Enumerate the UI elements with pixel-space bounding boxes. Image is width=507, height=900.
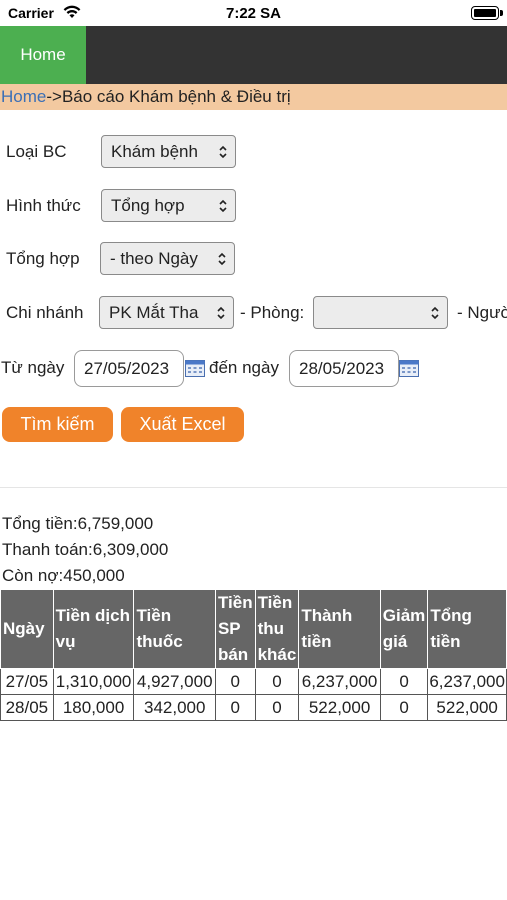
summary-debt: Còn nợ:450,000 bbox=[2, 566, 125, 585]
to-date-input[interactable]: 28/05/2023 bbox=[289, 350, 399, 387]
header-other-income: Tiền thu khác bbox=[254, 589, 300, 669]
room-select[interactable] bbox=[313, 296, 448, 329]
breadcrumb-home-link[interactable]: Home bbox=[1, 87, 46, 106]
header-total: Tổng tiền bbox=[427, 589, 507, 669]
summary-total: Tổng tiền:6,759,000 bbox=[2, 514, 154, 533]
cell-total: 6,237,000 bbox=[427, 668, 507, 695]
header-product-sales: Tiền SP bán bbox=[214, 589, 256, 669]
updown-chevron-icon bbox=[218, 252, 226, 266]
cell-product-sales: 0 bbox=[214, 694, 256, 721]
cell-medicine-fee: 342,000 bbox=[133, 694, 216, 721]
header-service-fee: Tiền dịch vụ bbox=[52, 589, 135, 669]
header-subtotal: Thành tiền bbox=[298, 589, 381, 669]
calendar-icon[interactable] bbox=[399, 359, 419, 377]
status-bar: Carrier 7:22 SA bbox=[0, 0, 507, 26]
cell-discount: 0 bbox=[379, 668, 429, 695]
branch-label: Chi nhánh bbox=[6, 303, 84, 322]
header-date: Ngày bbox=[0, 589, 54, 669]
summary-paid: Thanh toán:6,309,000 bbox=[2, 540, 169, 559]
breadcrumb-separator: -> bbox=[46, 87, 62, 106]
report-type-label: Loại BC bbox=[6, 142, 67, 161]
cell-other-income: 0 bbox=[254, 668, 300, 695]
report-type-value: Khám bệnh bbox=[111, 142, 198, 161]
date-range-row: Từ ngày 27/05/2023 đến ngày 28/05/2023 bbox=[0, 350, 507, 388]
updown-chevron-icon bbox=[217, 306, 225, 320]
header-discount: Giảm giá bbox=[379, 589, 429, 669]
cell-total: 522,000 bbox=[427, 694, 507, 721]
cell-product-sales: 0 bbox=[214, 668, 256, 695]
table-row: 27/05 1,310,000 4,927,000 0 0 6,237,000 … bbox=[0, 668, 507, 695]
divider bbox=[0, 487, 507, 488]
search-button[interactable]: Tìm kiếm bbox=[2, 407, 113, 442]
table-header-row: Ngày Tiền dịch vụ Tiền thuốc Tiền SP bán… bbox=[0, 589, 507, 669]
from-date-label: Từ ngày bbox=[1, 358, 65, 377]
room-label: - Phòng: bbox=[240, 303, 305, 322]
cell-date: 27/05 bbox=[0, 668, 54, 695]
person-label: - Ngườ bbox=[457, 303, 507, 322]
aggregate-select[interactable]: - theo Ngày bbox=[100, 242, 235, 275]
cell-date: 28/05 bbox=[0, 694, 54, 721]
format-row: Hình thức Tổng hợp bbox=[0, 189, 507, 223]
branch-value: PK Mắt Tha bbox=[109, 303, 199, 322]
aggregate-label: Tổng hợp bbox=[6, 249, 80, 268]
table-row: 28/05 180,000 342,000 0 0 522,000 0 522,… bbox=[0, 694, 507, 721]
cell-other-income: 0 bbox=[254, 694, 300, 721]
cell-subtotal: 6,237,000 bbox=[298, 668, 381, 695]
format-value: Tổng hợp bbox=[111, 196, 185, 215]
updown-chevron-icon bbox=[431, 306, 439, 320]
report-table: Ngày Tiền dịch vụ Tiền thuốc Tiền SP bán… bbox=[0, 589, 507, 721]
calendar-icon[interactable] bbox=[185, 359, 205, 377]
report-type-row: Loại BC Khám bệnh bbox=[0, 135, 507, 169]
from-date-input[interactable]: 27/05/2023 bbox=[74, 350, 184, 387]
nav-home-tab[interactable]: Home bbox=[0, 26, 86, 84]
breadcrumb: Home->Báo cáo Khám bệnh & Điều trị bbox=[0, 84, 507, 110]
aggregate-value: - theo Ngày bbox=[110, 249, 198, 268]
top-navigation: Home bbox=[0, 26, 507, 84]
updown-chevron-icon bbox=[219, 199, 227, 213]
branch-select[interactable]: PK Mắt Tha bbox=[99, 296, 234, 329]
export-excel-button[interactable]: Xuất Excel bbox=[121, 407, 244, 442]
cell-discount: 0 bbox=[379, 694, 429, 721]
cell-subtotal: 522,000 bbox=[298, 694, 381, 721]
header-medicine-fee: Tiền thuốc bbox=[133, 589, 216, 669]
clock: 7:22 SA bbox=[225, 5, 282, 22]
format-select[interactable]: Tổng hợp bbox=[101, 189, 236, 222]
cell-service-fee: 180,000 bbox=[52, 694, 135, 721]
format-label: Hình thức bbox=[6, 196, 81, 215]
cell-service-fee: 1,310,000 bbox=[52, 668, 135, 695]
cell-medicine-fee: 4,927,000 bbox=[133, 668, 216, 695]
breadcrumb-current: Báo cáo Khám bệnh & Điều trị bbox=[61, 87, 291, 106]
aggregate-row: Tổng hợp - theo Ngày bbox=[0, 242, 507, 276]
updown-chevron-icon bbox=[219, 145, 227, 159]
battery-icon bbox=[471, 6, 503, 20]
report-type-select[interactable]: Khám bệnh bbox=[101, 135, 236, 168]
branch-row: Chi nhánh PK Mắt Tha - Phòng: - Ngườ bbox=[0, 296, 507, 330]
to-date-label: đến ngày bbox=[209, 358, 279, 377]
